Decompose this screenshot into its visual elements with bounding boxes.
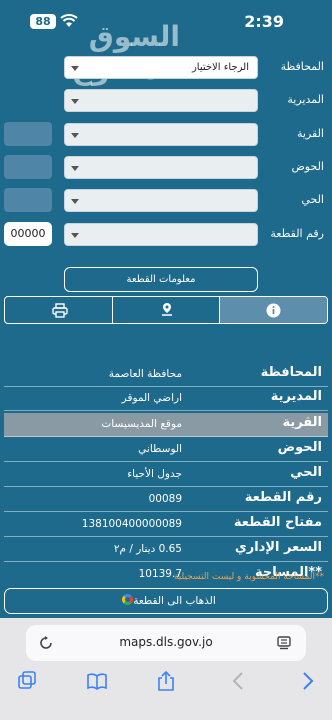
detail-row-admin-price: السعر الإداري 0.65 دينار / م٢ <box>4 538 328 562</box>
tab-print[interactable] <box>5 297 113 323</box>
tabs-icon[interactable] <box>16 670 38 692</box>
basin-label: الحوض <box>291 160 325 173</box>
detail-label: مفتاح القطعة <box>233 515 322 530</box>
share-icon[interactable] <box>155 670 177 692</box>
detail-label: الحوض <box>277 440 322 455</box>
printer-icon <box>52 303 68 318</box>
chevron-down-icon <box>71 99 79 104</box>
detail-row-directorate: المديرية اراضي الموقر <box>4 387 328 411</box>
chevron-down-icon <box>71 233 79 238</box>
detail-row-neighborhood: الحي جدول الأحياء <box>4 463 328 487</box>
detail-row-basin: الحوض الوسطاني <box>4 438 328 462</box>
goto-parcel-button[interactable]: الذهاب الى القطعة <box>4 588 328 614</box>
neighborhood-row: الحي <box>0 188 332 213</box>
governorate-select[interactable]: الرجاء الاختيار <box>64 56 258 79</box>
google-icon <box>122 594 134 605</box>
wifi-icon <box>60 14 78 27</box>
parcel-row: 00000 رقم القطعة <box>0 222 332 247</box>
detail-row-village: القرية موقع المديسيسات <box>4 413 328 437</box>
area-footnote: **المساحة المحسوبة و ليست التسجيلية <box>173 572 324 582</box>
governorate-label: المحافظة <box>280 60 324 73</box>
basin-select[interactable] <box>64 156 258 179</box>
bookmarks-icon[interactable] <box>86 670 108 692</box>
directorate-label: المديرية <box>287 93 324 106</box>
detail-value: الوسطاني <box>138 443 182 455</box>
status-bar: 88 2:39 <box>0 0 332 40</box>
forward-icon[interactable] <box>296 670 318 692</box>
chevron-down-icon <box>71 166 79 171</box>
village-row: القرية <box>0 122 332 147</box>
detail-label: القرية <box>282 415 322 430</box>
parcel-select[interactable] <box>64 223 258 246</box>
village-code-box[interactable] <box>4 122 52 146</box>
tab-bar <box>4 296 328 324</box>
detail-value: 00089 <box>148 493 182 505</box>
back-icon[interactable] <box>228 670 250 692</box>
neighborhood-code-box[interactable] <box>4 188 52 212</box>
url-text: maps.dls.gov.jo <box>119 635 213 649</box>
parcel-info-button[interactable]: معلومات القطعة <box>64 267 258 292</box>
directorate-select[interactable] <box>64 89 258 112</box>
browser-toolbar: maps.dls.gov.jo <box>0 618 332 720</box>
village-label: القرية <box>296 127 324 140</box>
detail-row-parcel-number: رقم القطعة 00089 <box>4 488 328 512</box>
village-select[interactable] <box>64 123 258 146</box>
chevron-down-icon <box>71 133 79 138</box>
detail-value: اراضي الموقر <box>121 392 182 404</box>
tab-info[interactable] <box>220 297 327 323</box>
directorate-row: المديرية <box>0 89 332 113</box>
clock: 2:39 <box>244 12 284 31</box>
battery-indicator: 88 <box>30 14 56 29</box>
chevron-down-icon <box>71 66 79 71</box>
detail-label: السعر الإداري <box>234 540 322 555</box>
tab-location[interactable] <box>113 297 221 323</box>
neighborhood-label: الحي <box>301 193 324 206</box>
map-pin-icon <box>161 303 172 316</box>
detail-row-parcel-key: مفتاح القطعة 138100400000089 <box>4 513 328 537</box>
governorate-row: المحافظة الرجاء الاختيار <box>0 56 332 80</box>
parcel-number-input[interactable]: 00000 <box>4 222 52 246</box>
basin-row: الحوض <box>0 155 332 180</box>
parcel-label: رقم القطعة <box>270 227 324 240</box>
detail-label: المحافظة <box>260 365 322 380</box>
detail-row-governorate: المحافظة محافظة العاصمة <box>4 363 328 387</box>
detail-value: موقع المديسيسات <box>101 418 182 430</box>
detail-value: جدول الأحياء <box>127 468 182 480</box>
governorate-select-value: الرجاء الاختيار <box>191 62 249 73</box>
neighborhood-select[interactable] <box>64 189 258 212</box>
detail-value: 138100400000089 <box>81 518 182 530</box>
detail-label: رقم القطعة <box>244 490 322 505</box>
detail-label: الحي <box>290 465 322 480</box>
basin-code-box[interactable] <box>4 155 52 179</box>
reader-mode-icon[interactable] <box>276 635 292 651</box>
detail-label: المديرية <box>270 389 322 404</box>
chevron-down-icon <box>71 199 79 204</box>
info-icon <box>266 303 281 318</box>
goto-parcel-label: الذهاب الى القطعة <box>133 595 216 607</box>
detail-value: محافظة العاصمة <box>108 368 182 380</box>
detail-value: 0.65 دينار / م٢ <box>113 543 182 555</box>
address-bar[interactable]: maps.dls.gov.jo <box>26 625 306 661</box>
